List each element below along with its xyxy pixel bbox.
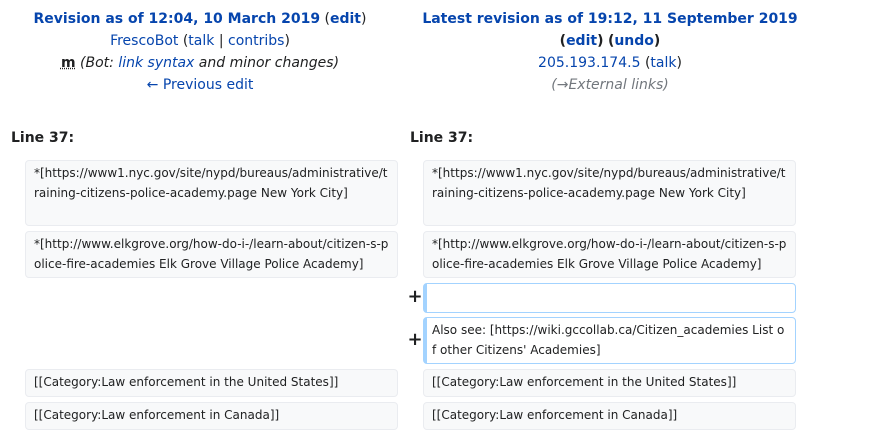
old-revision-title-link[interactable]: Revision as of 12:04, 10 March 2019 bbox=[34, 11, 321, 27]
diff-context-right: *[http://www.elkgrove.org/how-do-i-/lear… bbox=[423, 231, 796, 278]
diff-added-line bbox=[423, 283, 796, 313]
edit-summary-autocomment: (→External links) bbox=[551, 77, 669, 93]
diff-context-left: *[http://www.elkgrove.org/how-do-i-/lear… bbox=[25, 231, 398, 278]
old-revision-user-link[interactable]: FrescoBot bbox=[110, 33, 178, 49]
diff-context-right: [[Category:Law enforcement in the United… bbox=[423, 369, 796, 397]
diff-context-right: [[Category:Law enforcement in Canada]] bbox=[423, 402, 796, 430]
diff-added-line: Also see: [https://wiki.gccollab.ca/Citi… bbox=[423, 317, 796, 364]
new-revision-header: Latest revision as of 19:12, 11 Septembe… bbox=[422, 11, 798, 93]
old-revision-header: Revision as of 12:04, 10 March 2019 (edi… bbox=[33, 11, 367, 93]
new-revision-talk-link[interactable]: talk bbox=[650, 55, 676, 71]
section-arrow-link[interactable]: → bbox=[557, 77, 569, 93]
undo-link[interactable]: undo bbox=[614, 33, 654, 49]
old-revision-edit-link[interactable]: edit bbox=[330, 11, 361, 27]
right-line-number: Line 37: bbox=[410, 130, 474, 146]
added-line-marker: + bbox=[407, 286, 423, 307]
previous-edit-link[interactable]: ← Previous edit bbox=[147, 77, 254, 93]
diff-context-left: [[Category:Law enforcement in the United… bbox=[25, 369, 398, 397]
old-revision-contribs-link[interactable]: contribs bbox=[228, 33, 284, 49]
diff-context-left: [[Category:Law enforcement in Canada]] bbox=[25, 402, 398, 430]
new-revision-edit-link[interactable]: edit bbox=[566, 33, 597, 49]
old-revision-talk-link[interactable]: talk bbox=[188, 33, 214, 49]
summary-link[interactable]: link syntax bbox=[118, 55, 194, 71]
minor-edit-flag: m bbox=[60, 55, 76, 71]
diff-context-left: *[https://www1.nyc.gov/site/nypd/bureaus… bbox=[25, 160, 398, 226]
edit-summary: (Bot: link syntax and minor changes) bbox=[80, 55, 340, 71]
diff-context-right: *[https://www1.nyc.gov/site/nypd/bureaus… bbox=[423, 160, 796, 226]
left-line-number: Line 37: bbox=[11, 130, 75, 146]
new-revision-title-link[interactable]: Latest revision as of 19:12, 11 Septembe… bbox=[422, 11, 797, 27]
new-revision-user-link[interactable]: 205.193.174.5 bbox=[538, 55, 640, 71]
added-line-marker: + bbox=[407, 329, 423, 350]
